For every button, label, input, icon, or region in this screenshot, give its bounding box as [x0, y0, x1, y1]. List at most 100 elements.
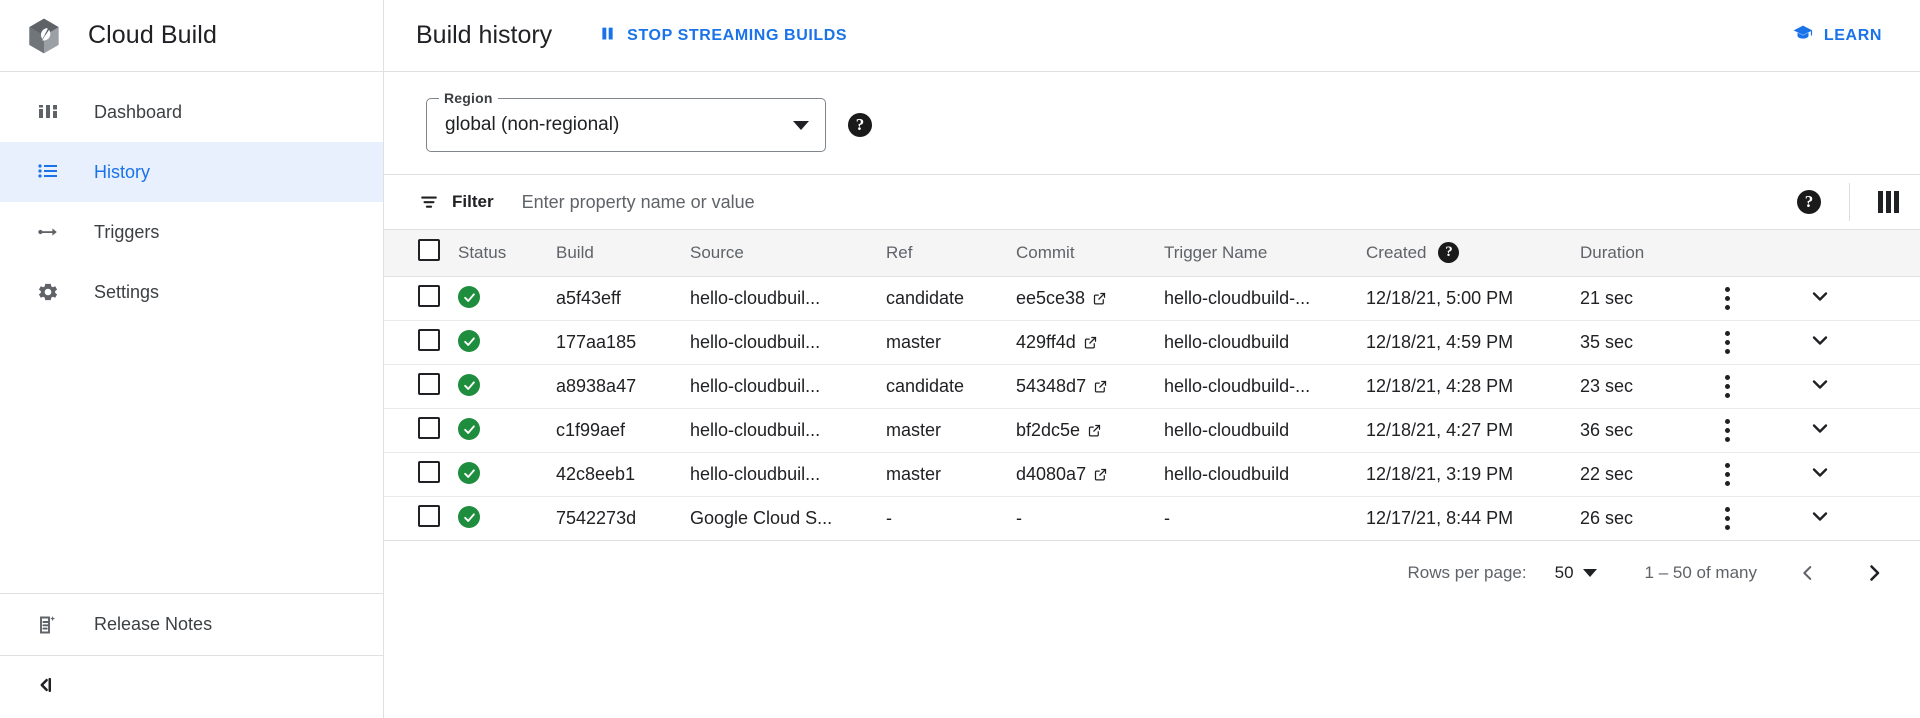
row-checkbox[interactable]	[418, 284, 440, 307]
more-vert-icon[interactable]	[1716, 418, 1738, 442]
created-cell: 12/18/21, 4:28 PM	[1366, 364, 1580, 409]
sidebar-footer: Release Notes	[0, 593, 383, 718]
table-row[interactable]: 177aa185 hello-cloudbuil... master 429ff4d h…	[384, 320, 1920, 365]
table-row[interactable]: a8938a47 hello-cloudbuil... candidate 54348…	[384, 364, 1920, 409]
header-ref: Ref	[886, 230, 1016, 277]
commit-cell: 429ff4d	[1016, 320, 1164, 365]
chevron-down-icon[interactable]	[1808, 372, 1832, 396]
filter-help-icon[interactable]: ?	[1797, 190, 1821, 214]
row-expand-cell	[1808, 496, 1920, 541]
sidebar-item-triggers[interactable]: Triggers	[0, 202, 383, 262]
open-in-new-icon[interactable]	[1087, 423, 1102, 438]
ref-cell: master	[886, 452, 1016, 497]
region-legend: Region	[439, 90, 498, 106]
chevron-down-icon[interactable]	[1808, 504, 1832, 528]
rows-per-page-select[interactable]: 50	[1555, 563, 1597, 583]
check-circle-icon	[458, 330, 480, 353]
cloud-build-logo-icon	[22, 14, 66, 58]
gear-icon	[34, 278, 62, 306]
chevron-down-icon[interactable]	[1808, 328, 1832, 352]
commit-cell: bf2dc5e	[1016, 408, 1164, 453]
dashboard-icon	[34, 98, 62, 126]
row-checkbox[interactable]	[418, 328, 440, 351]
list-icon	[34, 158, 62, 186]
row-checkbox[interactable]	[418, 416, 440, 439]
table-row[interactable]: a5f43eff hello-cloudbuil... candidate ee5ce…	[384, 276, 1920, 321]
header-select-all	[384, 230, 458, 277]
check-circle-icon	[458, 506, 480, 529]
row-checkbox[interactable]	[418, 504, 440, 527]
collapse-panel-icon	[32, 672, 58, 703]
more-vert-icon[interactable]	[1716, 330, 1738, 354]
arrow-switch-icon	[34, 218, 62, 246]
previous-page-button[interactable]	[1793, 558, 1823, 588]
header-build: Build	[556, 230, 690, 277]
commit-sha: d4080a7	[1016, 463, 1087, 484]
open-in-new-icon[interactable]	[1093, 379, 1108, 394]
sidebar: Cloud Build Dashboard History Triggers S…	[0, 0, 384, 718]
product-header: Cloud Build	[0, 0, 383, 72]
source-cell: hello-cloudbuil...	[690, 452, 886, 497]
header-status: Status	[458, 230, 556, 277]
created-cell: 12/18/21, 5:00 PM	[1366, 276, 1580, 321]
builds-table-card: Filter ? Status Build Source Ref	[384, 174, 1920, 605]
filter-input[interactable]	[519, 190, 1797, 214]
stop-streaming-builds-button[interactable]: STOP STREAMING BUILDS	[590, 16, 855, 56]
ref-cell: candidate	[886, 364, 1016, 409]
table-row[interactable]: 7542273d Google Cloud S... - - -12/17/21, 8:…	[384, 496, 1920, 541]
header-created-label: Created	[1366, 242, 1427, 262]
check-circle-icon	[458, 418, 480, 441]
row-menu-cell	[1716, 276, 1808, 321]
table-row[interactable]: 42c8eeb1 hello-cloudbuil... master d4080a7 h…	[384, 452, 1920, 497]
next-page-button[interactable]	[1859, 558, 1889, 588]
trigger-name-cell: -	[1164, 496, 1366, 541]
check-circle-icon	[458, 286, 480, 309]
sidebar-item-release-notes[interactable]: Release Notes	[0, 594, 383, 656]
column-display-options-icon[interactable]	[1878, 191, 1899, 213]
created-help-icon[interactable]: ?	[1438, 242, 1460, 264]
open-in-new-icon[interactable]	[1093, 467, 1108, 482]
toolbar-divider	[1849, 183, 1850, 221]
source-cell: hello-cloudbuil...	[690, 276, 886, 321]
builds-table: Status Build Source Ref Commit Trigger N…	[384, 230, 1920, 541]
ref-cell: -	[886, 496, 1016, 541]
rows-per-page-value: 50	[1554, 562, 1574, 582]
row-checkbox[interactable]	[418, 460, 440, 483]
status-cell	[458, 364, 556, 409]
commit-cell: 54348d7	[1016, 364, 1164, 409]
stop-streaming-builds-label: STOP STREAMING BUILDS	[627, 26, 848, 44]
topbar: Build history STOP STREAMING BUILDS LEAR…	[384, 0, 1920, 72]
open-in-new-icon[interactable]	[1083, 335, 1098, 350]
sidebar-item-dashboard[interactable]: Dashboard	[0, 82, 383, 142]
filter-label: Filter	[452, 192, 494, 211]
chevron-down-icon[interactable]	[1808, 284, 1832, 308]
region-help-icon[interactable]: ?	[848, 113, 872, 137]
chevron-down-icon[interactable]	[1808, 416, 1832, 440]
build-id-cell: 42c8eeb1	[556, 452, 690, 497]
source-cell: hello-cloudbuil...	[690, 320, 886, 365]
table-row[interactable]: c1f99aef hello-cloudbuil... master bf2dc5e h…	[384, 408, 1920, 453]
more-vert-icon[interactable]	[1716, 286, 1738, 310]
sidebar-item-history[interactable]: History	[0, 142, 383, 202]
open-in-new-icon[interactable]	[1092, 291, 1107, 306]
graduation-cap-icon	[1792, 22, 1814, 49]
sidebar-item-settings[interactable]: Settings	[0, 262, 383, 322]
header-duration: Duration	[1580, 230, 1716, 277]
row-checkbox[interactable]	[418, 372, 440, 395]
more-vert-icon[interactable]	[1716, 374, 1738, 398]
filter-bar: Filter ?	[384, 174, 1920, 230]
region-selected-value: global (non-regional)	[445, 114, 620, 135]
row-menu-cell	[1716, 496, 1808, 541]
row-select-cell	[384, 496, 458, 541]
release-notes-icon	[34, 611, 62, 639]
more-vert-icon[interactable]	[1716, 506, 1738, 530]
select-all-checkbox[interactable]	[418, 239, 440, 262]
chevron-down-icon[interactable]	[1808, 460, 1832, 484]
region-select[interactable]: Region global (non-regional)	[426, 90, 826, 152]
row-select-cell	[384, 320, 458, 365]
trigger-name-cell: hello-cloudbuild-...	[1164, 364, 1366, 409]
learn-button[interactable]: LEARN	[1784, 14, 1890, 57]
more-vert-icon[interactable]	[1716, 462, 1738, 486]
ref-cell: master	[886, 408, 1016, 453]
collapse-sidebar-button[interactable]	[0, 656, 383, 718]
